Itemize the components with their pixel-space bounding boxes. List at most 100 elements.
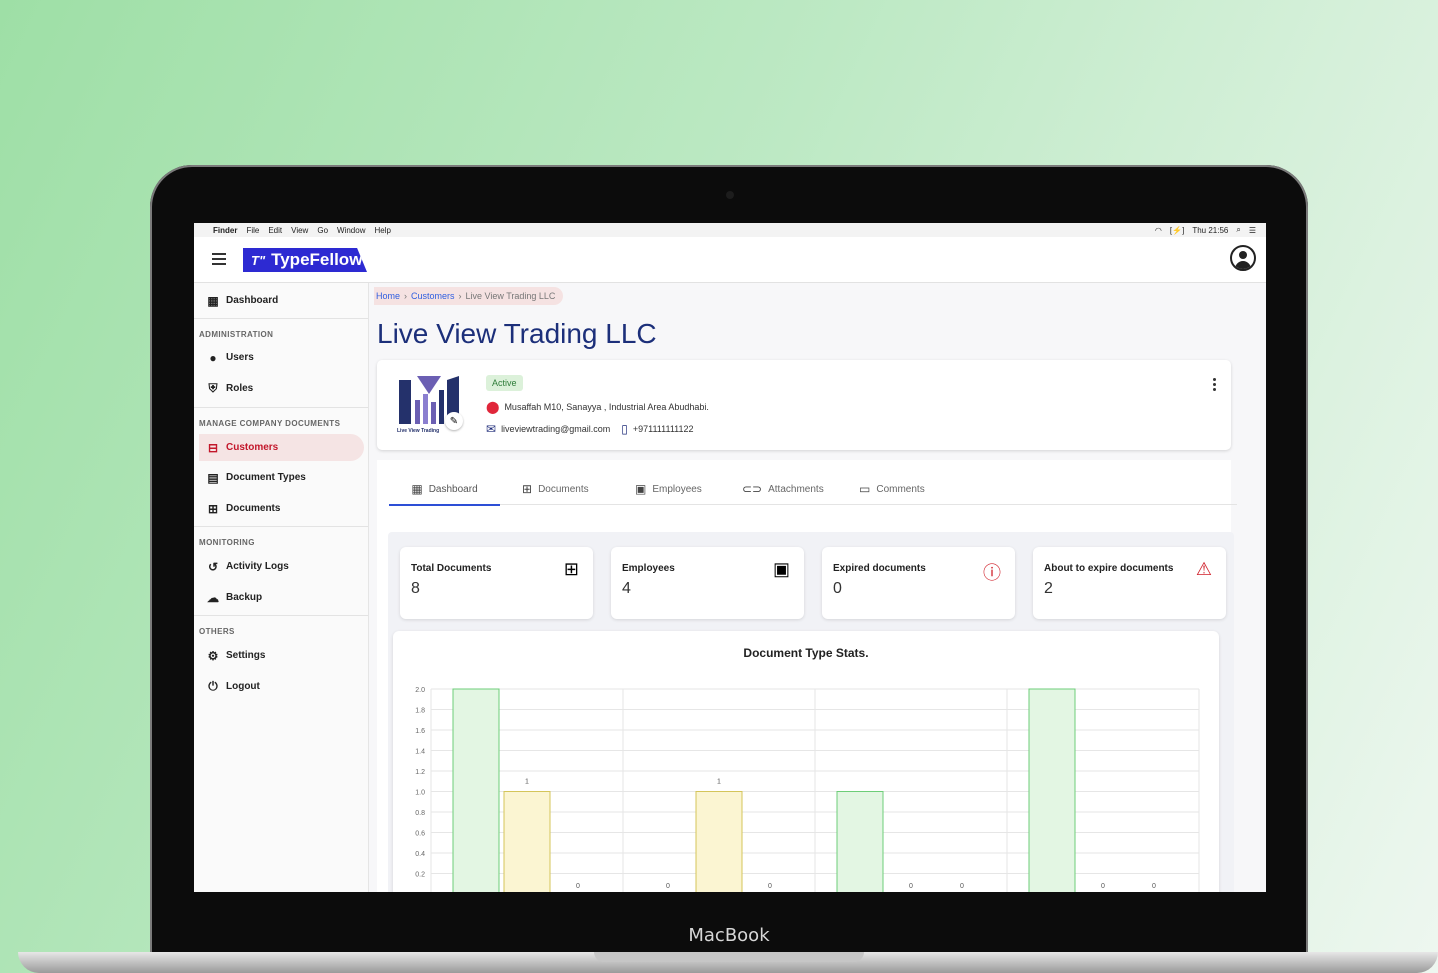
document-types-icon: ▤ <box>207 470 219 485</box>
sidebar-item-label: Dashboard <box>226 295 279 306</box>
sidebar-item-activity-logs[interactable]: ↺ Activity Logs <box>199 553 364 580</box>
bar <box>452 688 500 892</box>
sidebar-item-label: Activity Logs <box>226 561 289 572</box>
phone-icon: ▯ <box>621 422 628 436</box>
wifi-icon[interactable]: ◠ <box>1155 226 1162 235</box>
stat-card-employees[interactable]: Employees 4 ▣ <box>611 547 804 619</box>
sidebar-item-roles[interactable]: ⛨ Roles <box>199 375 364 402</box>
sidebar-item-label: Roles <box>226 383 254 394</box>
y-tick-label: 1.6 <box>415 728 425 735</box>
y-tick-label: 1.4 <box>415 749 425 756</box>
sidebar-item-label: Customers <box>226 442 279 453</box>
company-address: Musaffah M10, Sanayya , Industrial Area … <box>504 402 709 412</box>
stat-card-expired-documents[interactable]: Expired documents 0 ⓘ <box>822 547 1015 619</box>
sidebar-item-label: Logout <box>226 681 260 692</box>
post-add-icon: ⊞ <box>522 482 533 496</box>
sidebar-item-settings[interactable]: ⚙ Settings <box>199 642 364 669</box>
menu-view[interactable]: View <box>291 226 308 235</box>
gear-icon: ⚙ <box>207 648 219 663</box>
company-email[interactable]: liveviewtrading@gmail.com <box>501 424 610 434</box>
y-tick-label: 0.2 <box>415 872 425 879</box>
sidebar-item-label: Backup <box>226 592 263 603</box>
tab-dashboard[interactable]: ▦ Dashboard <box>389 474 500 506</box>
y-tick-label: 0.8 <box>415 810 425 817</box>
y-tick-label: 2.0 <box>415 687 425 694</box>
data-label: 0 <box>1152 883 1156 890</box>
tab-documents[interactable]: ⊞ Documents <box>522 474 589 504</box>
comment-icon: ▭ <box>859 482 871 496</box>
data-label: 0 <box>960 883 964 890</box>
y-tick-label: 0.6 <box>415 831 425 838</box>
brand-name: TypeFellow <box>271 250 363 269</box>
breadcrumb-home[interactable]: Home <box>376 291 400 301</box>
breadcrumb-customers[interactable]: Customers <box>411 291 455 301</box>
company-phone[interactable]: +971111111122 <box>633 424 694 434</box>
data-label: 1 <box>525 779 529 786</box>
dashboard-icon: ▦ <box>207 293 219 308</box>
battery-icon[interactable]: [⚡] <box>1170 226 1184 235</box>
sidebar: ▦ Dashboard ADMINISTRATION ● Users ⛨ Roles … <box>194 283 369 892</box>
sidebar-item-customers[interactable]: ⊟ Customers <box>199 434 364 461</box>
data-label: 0 <box>1101 883 1105 890</box>
sidebar-item-logout[interactable]: ⏻ Logout <box>199 673 364 700</box>
company-card: Live View Trading ✎ Active ⬤ Musaffah M1… <box>377 360 1231 450</box>
bar-chart: 00.20.40.60.81.01.21.41.61.82.010Passpor… <box>415 687 1200 892</box>
edit-icon[interactable]: ✎ <box>445 412 463 430</box>
tabs-panel: ▦ Dashboard ⊞ Documents ▣ Employees ⊂⊃ Attac… <box>377 460 1237 892</box>
sidebar-item-backup[interactable]: ☁ Backup <box>199 584 364 611</box>
menu-help[interactable]: Help <box>374 226 390 235</box>
y-tick-label: 1.2 <box>415 769 425 776</box>
sidebar-item-label: Settings <box>226 650 266 661</box>
data-label: 0 <box>666 883 670 890</box>
more-options-icon[interactable] <box>1213 378 1217 391</box>
document-type-chart: Document Type Stats. 00.20.40.60.81.01.2… <box>393 631 1219 892</box>
menu-file[interactable]: File <box>246 226 259 235</box>
status-badge: Active <box>486 375 523 391</box>
laptop-label: MacBook <box>688 925 770 946</box>
section-monitoring: MONITORING <box>199 538 255 547</box>
section-others: OTHERS <box>199 627 235 636</box>
sidebar-item-dashboard[interactable]: ▦ Dashboard <box>199 287 364 314</box>
sidebar-item-document-types[interactable]: ▤ Document Types <box>199 464 364 491</box>
store-icon: ⊟ <box>207 440 219 455</box>
screen: Finder File Edit View Go Window Help ◠ [… <box>194 223 1266 892</box>
control-center-icon[interactable]: ☰ <box>1249 226 1256 235</box>
tab-employees[interactable]: ▣ Employees <box>635 474 702 504</box>
tab-comments[interactable]: ▭ Comments <box>859 474 925 504</box>
breadcrumb: Home › Customers › Live View Trading LLC <box>374 287 564 305</box>
mac-menubar: Finder File Edit View Go Window Help ◠ [… <box>194 223 1266 238</box>
cloud-upload-icon: ☁ <box>207 590 219 605</box>
tab-bar: ▦ Dashboard ⊞ Documents ▣ Employees ⊂⊃ Attac… <box>389 474 1237 506</box>
data-label: 0 <box>576 883 580 890</box>
menu-finder[interactable]: Finder <box>213 226 237 235</box>
clock[interactable]: Thu 21:56 <box>1192 226 1228 235</box>
brand-logo[interactable]: T" TypeFellow <box>243 248 367 272</box>
sidebar-item-users[interactable]: ● Users <box>199 344 364 371</box>
sidebar-item-documents[interactable]: ⊞ Documents <box>199 495 364 522</box>
sidebar-item-label: Documents <box>226 503 281 514</box>
y-tick-label: 1.0 <box>415 790 425 797</box>
location-pin-icon: ⬤ <box>486 400 500 414</box>
bar <box>503 791 551 892</box>
menu-window[interactable]: Window <box>337 226 365 235</box>
sidebar-item-label: Users <box>226 352 254 363</box>
attachment-icon: ⊂⊃ <box>742 482 763 496</box>
history-icon: ↺ <box>207 559 219 574</box>
app-bar: T" TypeFellow <box>194 237 1266 283</box>
company-logo-text: Live View Trading <box>397 428 440 434</box>
spotlight-icon[interactable]: ⌕ <box>1236 225 1240 235</box>
dashboard-icon: ▦ <box>411 482 423 496</box>
menu-toggle-icon[interactable] <box>212 253 226 265</box>
warning-icon: ⚠ <box>1195 559 1212 579</box>
profile-avatar-icon[interactable] <box>1230 245 1256 271</box>
chevron-right-icon: › <box>404 291 408 301</box>
section-manage-documents: MANAGE COMPANY DOCUMENTS <box>199 419 341 428</box>
contact-row: ✉ liveviewtrading@gmail.com ▯ +971111111… <box>486 422 694 436</box>
tab-attachments[interactable]: ⊂⊃ Attachments <box>742 474 824 504</box>
menu-go[interactable]: Go <box>317 226 328 235</box>
bar <box>836 791 884 892</box>
stat-card-total-documents[interactable]: Total Documents 8 ⊞ <box>400 547 593 619</box>
menu-edit[interactable]: Edit <box>268 226 282 235</box>
stat-card-about-to-expire[interactable]: About to expire documents 2 ⚠ <box>1033 547 1226 619</box>
brand-mark: T" <box>251 252 266 268</box>
